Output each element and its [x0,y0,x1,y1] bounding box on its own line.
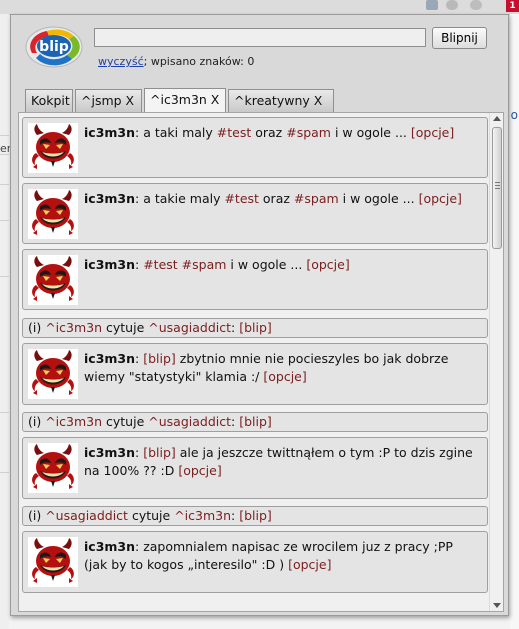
post-text: ic3m3n: zapomnialem napisac ze wrocilem … [84,539,453,572]
post-author[interactable]: ic3m3n [84,351,135,366]
avatar[interactable] [28,443,78,493]
blipnij-button[interactable]: Blipnij [432,27,487,49]
scroll-down-arrow-icon[interactable] [493,603,501,608]
background-page-left [0,14,9,629]
avatar[interactable] [28,255,78,305]
extension-icon[interactable] [470,0,482,10]
avatar[interactable] [28,537,78,587]
options-link[interactable]: [opcje] [419,191,462,206]
blip-link[interactable]: [blip] [239,320,272,335]
list-item: ic3m3n: [blip] ale ja jeszcze twittnąłem… [22,437,488,499]
tag-link[interactable]: #test [224,191,258,206]
blip-link[interactable]: [blip] [239,508,272,523]
devil-avatar-icon [32,444,74,489]
feed-panel: ic3m3n: a taki maly #test oraz #spam i w… [18,112,504,612]
devil-avatar-icon [32,256,74,301]
scroll-thumb[interactable] [492,127,502,249]
user-link[interactable]: ^usagiaddict [148,414,231,429]
scroll-up-arrow-icon[interactable] [493,116,501,121]
devil-avatar-icon [32,538,74,583]
quote-notice: (i) ^usagiaddict cytuje ^ic3m3n: [blip] [22,506,488,526]
list-item: ic3m3n: a takie maly #test oraz #spam i … [22,183,488,244]
clear-link[interactable]: wyczyść [98,55,144,68]
options-link[interactable]: [opcje] [411,125,454,140]
char-count-text: ; wpisano znaków: 0 [143,55,255,68]
tag-link[interactable]: #spam [286,125,331,140]
user-link[interactable]: ^ic3m3n [45,320,102,335]
tab-jsmp[interactable]: ^jsmp X [75,89,142,112]
post-text: ic3m3n: a taki maly #test oraz #spam i w… [84,125,455,140]
list-item: ic3m3n: [blip] zbytnio mnie nie pocieszy… [22,343,488,405]
options-link[interactable]: [opcje] [178,463,221,478]
post-author[interactable]: ic3m3n [84,125,135,140]
svg-text:blip: blip [39,39,69,55]
background-page-text: o [510,108,518,122]
post-text: ic3m3n: [blip] zbytnio mnie nie pocieszy… [84,351,449,384]
background-page-right [510,14,519,629]
post-author[interactable]: ic3m3n [84,191,135,206]
avatar[interactable] [28,349,78,399]
extension-icon[interactable] [426,0,438,10]
devil-avatar-icon [32,350,74,395]
list-item: ic3m3n: zapomnialem napisac ze wrocilem … [22,531,488,593]
avatar[interactable] [28,189,78,239]
devil-avatar-icon [32,124,74,169]
tag-link[interactable]: #spam [182,257,227,272]
user-link[interactable]: ^usagiaddict [45,508,128,523]
post-author[interactable]: ic3m3n [84,539,135,554]
post-author[interactable]: ic3m3n [84,257,135,272]
blip-logo-icon: blip [25,26,83,68]
avatar[interactable] [28,123,78,173]
quote-notice: (i) ^ic3m3n cytuje ^usagiaddict: [blip] [22,412,488,432]
user-link[interactable]: ^ic3m3n [45,414,102,429]
user-link[interactable]: ^ic3m3n [174,508,231,523]
blip-link[interactable]: [blip] [143,445,176,460]
user-link[interactable]: ^usagiaddict [148,320,231,335]
devil-avatar-icon [32,190,74,235]
post-text: ic3m3n: [blip] ale ja jeszcze twittnąłem… [84,445,473,478]
tab-ic3m3n[interactable]: ^ic3m3n X [144,88,226,113]
blip-link[interactable]: [blip] [143,351,176,366]
list-item: ic3m3n: #test #spam i w ogole ... [opcje… [22,249,488,310]
blip-link[interactable]: [blip] [239,414,272,429]
options-link[interactable]: [opcje] [263,369,306,384]
list-item: ic3m3n: a taki maly #test oraz #spam i w… [22,117,488,178]
status-input[interactable] [94,28,426,47]
extension-icon[interactable] [446,0,458,10]
tab-kokpit[interactable]: Kokpit [25,89,73,112]
post-text: ic3m3n: a takie maly #test oraz #spam i … [84,191,462,206]
tab-kreatywny[interactable]: ^kreatywny X [228,89,334,112]
notification-badge: 1 [506,0,519,12]
post-text: ic3m3n: #test #spam i w ogole ... [opcje… [84,257,350,272]
tag-link[interactable]: #test [143,257,177,272]
browser-toolbar-strip [0,0,519,15]
tag-link[interactable]: #spam [294,191,339,206]
options-link[interactable]: [opcje] [306,257,349,272]
feed-scrollbar[interactable] [489,113,503,611]
quote-notice: (i) ^ic3m3n cytuje ^usagiaddict: [blip] [22,318,488,338]
char-counter: wyczyść; wpisano znaków: 0 [98,55,254,68]
options-link[interactable]: [opcje] [288,557,331,572]
post-author[interactable]: ic3m3n [84,445,135,460]
blip-popup: blip Blipnij wyczyść; wpisano znaków: 0 … [10,14,509,616]
tag-link[interactable]: #test [217,125,251,140]
